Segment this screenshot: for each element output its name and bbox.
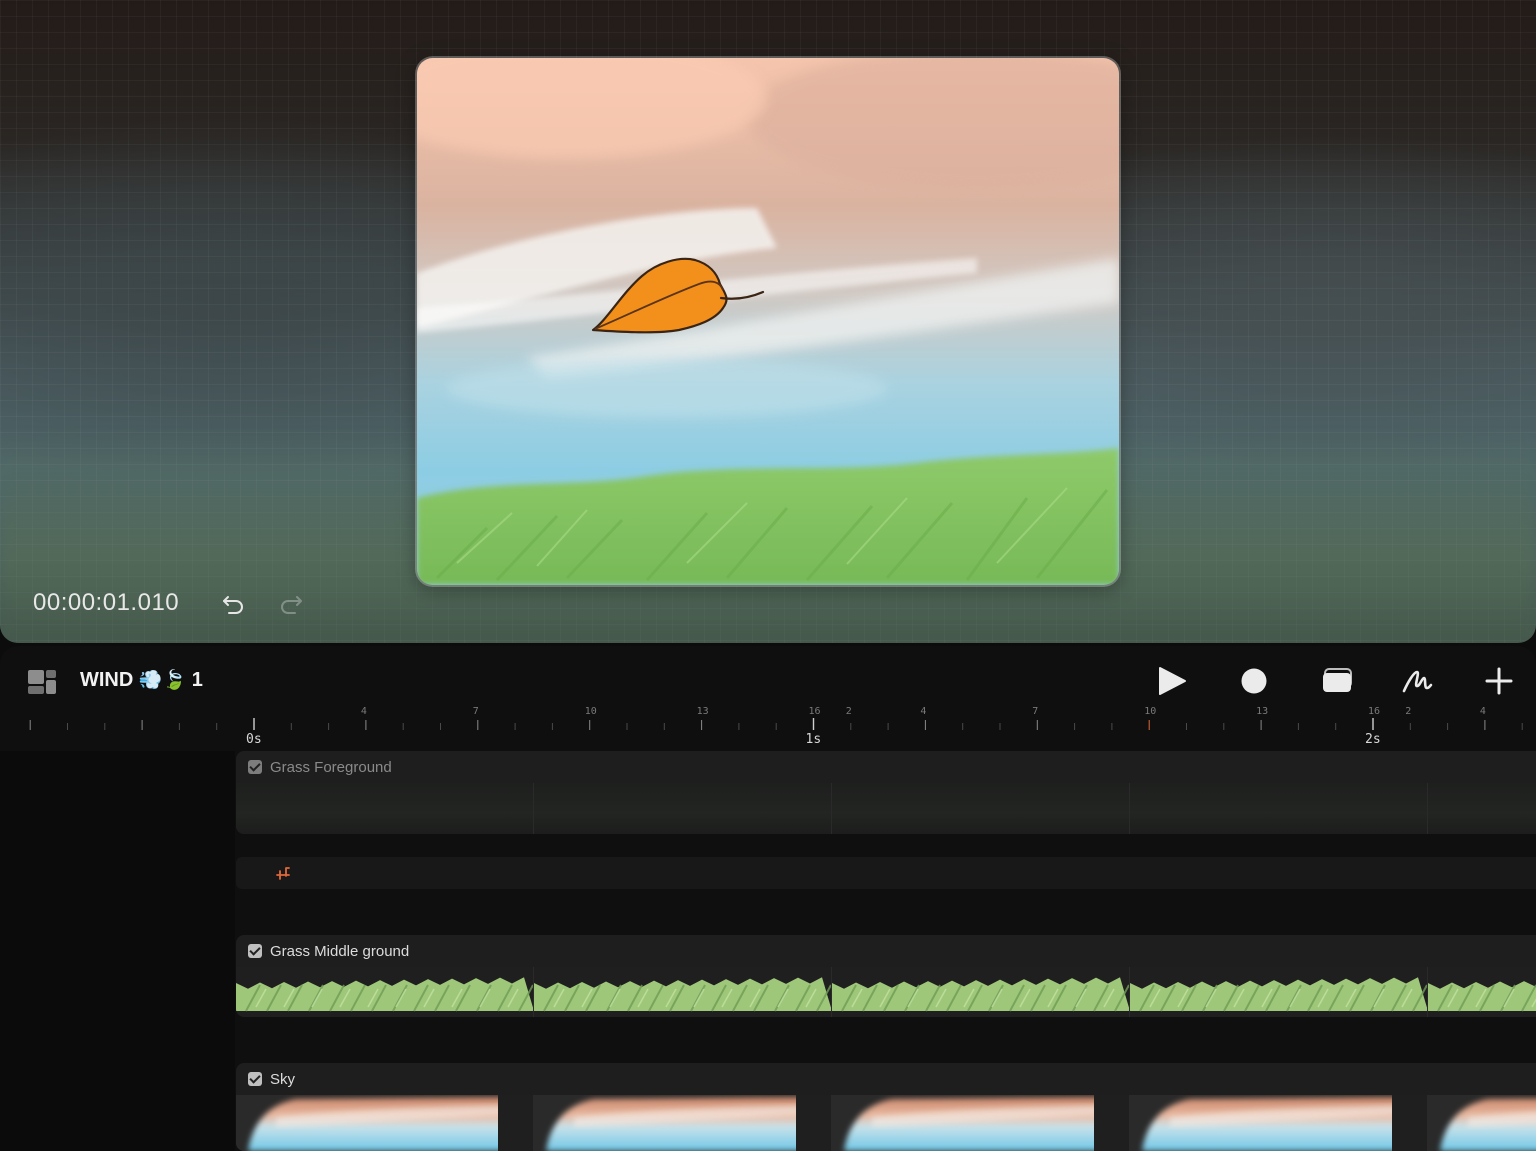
track-frames[interactable]: [236, 783, 1536, 834]
ruler-frame-label: 7: [472, 706, 479, 717]
track-header: Grass Foreground: [236, 751, 1536, 783]
ruler-frame-label: 13: [696, 706, 709, 717]
frame-thumbnail[interactable]: [534, 783, 832, 834]
ruler-frame-label: 10: [1144, 706, 1157, 717]
draw-button[interactable]: [1400, 664, 1434, 698]
stage-area: 00:00:01.010: [0, 0, 1536, 643]
track-visibility-checkbox[interactable]: [248, 760, 262, 774]
frame-thumbnail[interactable]: [1130, 967, 1428, 1017]
transform-row[interactable]: [236, 857, 1536, 889]
frame-thumbnail[interactable]: [832, 967, 1130, 1017]
ruler-frame-label: 2: [845, 706, 852, 717]
ruler-frame-label: 16: [808, 706, 821, 717]
track-name: Grass Foreground: [270, 758, 392, 776]
ruler-second-label: 0s: [246, 732, 262, 747]
frame-thumbnail[interactable]: [236, 967, 534, 1017]
frame-thumbnail[interactable]: [1130, 783, 1428, 834]
project-name: WIND: [80, 669, 134, 691]
canvas-artwork: [417, 58, 1119, 585]
grass-thumbnail-art: [236, 977, 533, 1012]
record-button[interactable]: [1237, 664, 1271, 698]
time-ruler[interactable]: 0s 1s 2s 4 7 10 13 16 2 4 7 10 13 16 2 4: [0, 706, 1536, 751]
project-number: 1: [191, 669, 203, 691]
layers-sidebar: [0, 751, 235, 1151]
sky-thumbnail-art: [546, 1095, 831, 1151]
grass-thumbnail-art: [832, 977, 1129, 1012]
timecode: 00:00:01.010: [33, 589, 180, 616]
frame-thumbnail[interactable]: [1428, 1095, 1536, 1151]
track-grass-foreground[interactable]: Grass Foreground: [236, 751, 1536, 834]
add-button[interactable]: [1482, 664, 1516, 698]
frame-thumbnail[interactable]: [1428, 783, 1536, 834]
ruler-second-label: 2s: [1365, 732, 1381, 747]
sky-thumbnail-art: [248, 1095, 533, 1151]
ruler-frame-label: 16: [1368, 706, 1381, 717]
sky-thumbnail-art: [1142, 1095, 1427, 1151]
ruler-frame-label: 4: [920, 706, 927, 717]
ruler-second-label: 1s: [805, 732, 822, 747]
frame-thumbnail[interactable]: [236, 1095, 534, 1151]
grass-thumbnail-art: [534, 977, 831, 1012]
frame-thumbnail[interactable]: [236, 783, 534, 834]
ruler-frame-label: 2: [1405, 706, 1412, 717]
frame-thumbnail[interactable]: [1428, 967, 1536, 1017]
play-button[interactable]: [1155, 664, 1189, 698]
track-name: Grass Middle ground: [270, 942, 410, 960]
sky-thumbnail-art: [1440, 1098, 1536, 1151]
ruler-frame-label: 4: [1479, 706, 1486, 717]
grass-thumbnail-art: [1130, 977, 1427, 1012]
frame-thumbnail[interactable]: [832, 1095, 1130, 1151]
redo-icon[interactable]: [278, 591, 304, 617]
frame-thumbnail[interactable]: [534, 967, 832, 1017]
track-header: Grass Middle ground: [236, 935, 1536, 967]
transform-keyframe-icon[interactable]: [274, 863, 294, 883]
sky-thumbnail-art: [844, 1095, 1129, 1151]
project-title[interactable]: WIND 💨🍃 1: [80, 668, 203, 692]
timeline-panel: WIND 💨🍃 1 0s 1s 2s 4 7 10 13 16 2 4 7 10 13 16 2 4 Gras…: [0, 646, 1536, 1151]
track-frames[interactable]: [236, 967, 1536, 1017]
frame-thumbnail[interactable]: [534, 1095, 832, 1151]
track-header: Sky: [236, 1063, 1536, 1095]
ruler-ticks: [29, 718, 1523, 730]
project-emoji: 💨🍃: [138, 669, 187, 691]
track-grass-middle-ground[interactable]: Grass Middle ground: [236, 935, 1536, 1017]
animation-canvas[interactable]: [417, 58, 1119, 585]
undo-icon[interactable]: [220, 591, 246, 617]
ruler-frame-label: 13: [1256, 706, 1269, 717]
track-visibility-checkbox[interactable]: [248, 944, 262, 958]
onion-skin-button[interactable]: [1320, 664, 1354, 698]
track-frames[interactable]: [236, 1095, 1536, 1151]
frame-thumbnail[interactable]: [832, 783, 1130, 834]
ruler-frame-label: 4: [360, 706, 367, 717]
track-name: Sky: [270, 1070, 296, 1088]
ruler-frame-label: 7: [1032, 706, 1039, 717]
track-sky[interactable]: Sky: [236, 1063, 1536, 1151]
track-visibility-checkbox[interactable]: [248, 1072, 262, 1086]
frame-thumbnail[interactable]: [1130, 1095, 1428, 1151]
ruler-frame-label: 10: [584, 706, 597, 717]
layout-grid-icon[interactable]: [27, 669, 57, 695]
grass-thumbnail-art: [1428, 981, 1536, 1012]
